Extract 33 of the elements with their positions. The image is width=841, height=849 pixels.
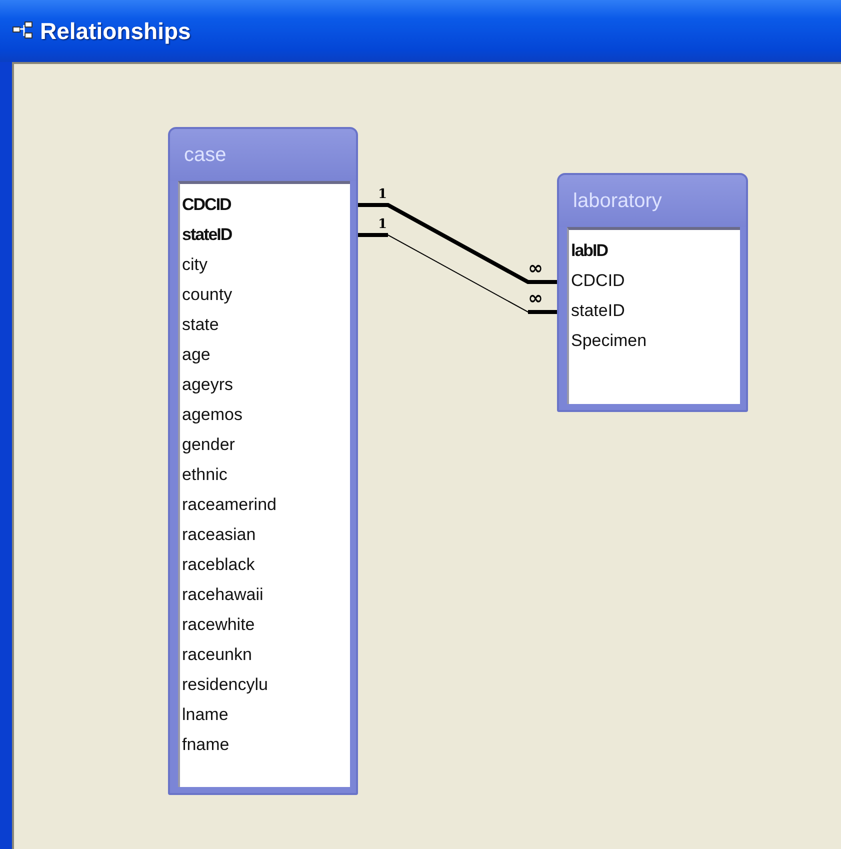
field-name[interactable]: racewhite <box>182 610 350 640</box>
field-name[interactable]: stateID <box>182 220 350 250</box>
cardinality-label: ∞ <box>528 290 543 308</box>
field-name[interactable]: Specimen <box>571 326 740 356</box>
cardinality-label: 1 <box>378 188 388 201</box>
field-name[interactable]: fname <box>182 730 350 760</box>
field-name[interactable]: ethnic <box>182 460 350 490</box>
table-name: laboratory <box>573 190 662 212</box>
field-name[interactable]: agemos <box>182 400 350 430</box>
field-name[interactable]: raceunkn <box>182 640 350 670</box>
field-name[interactable]: county <box>182 280 350 310</box>
field-name[interactable]: labID <box>571 236 740 266</box>
field-name[interactable]: CDCID <box>571 266 740 296</box>
field-name[interactable]: racehawaii <box>182 580 350 610</box>
table-window[interactable]: laboratory labID CDCID stateID Specimen <box>557 173 748 412</box>
relationships-icon <box>12 21 34 41</box>
field-name[interactable]: city <box>182 250 350 280</box>
table-window[interactable]: case CDCID stateID city county state age ageyrs agemos gender ethnic raceamerind raceasian raceblack racehawaii racewhite raceunkn residencylu lname fname <box>168 127 358 795</box>
cardinality-label: 1 <box>378 218 388 231</box>
field-name[interactable]: CDCID <box>182 190 350 220</box>
field-name[interactable]: stateID <box>571 296 740 326</box>
field-name[interactable]: state <box>182 310 350 340</box>
field-name[interactable]: raceblack <box>182 550 350 580</box>
field-name[interactable]: ageyrs <box>182 370 350 400</box>
field-name[interactable]: raceamerind <box>182 490 350 520</box>
field-name[interactable]: raceasian <box>182 520 350 550</box>
window-title: Relationships <box>40 18 191 44</box>
field-name[interactable]: gender <box>182 430 350 460</box>
field-name[interactable]: lname <box>182 700 350 730</box>
table-name: case <box>184 144 226 166</box>
cardinality-label: ∞ <box>528 260 543 278</box>
field-name[interactable]: age <box>182 340 350 370</box>
field-name[interactable]: residencylu <box>182 670 350 700</box>
